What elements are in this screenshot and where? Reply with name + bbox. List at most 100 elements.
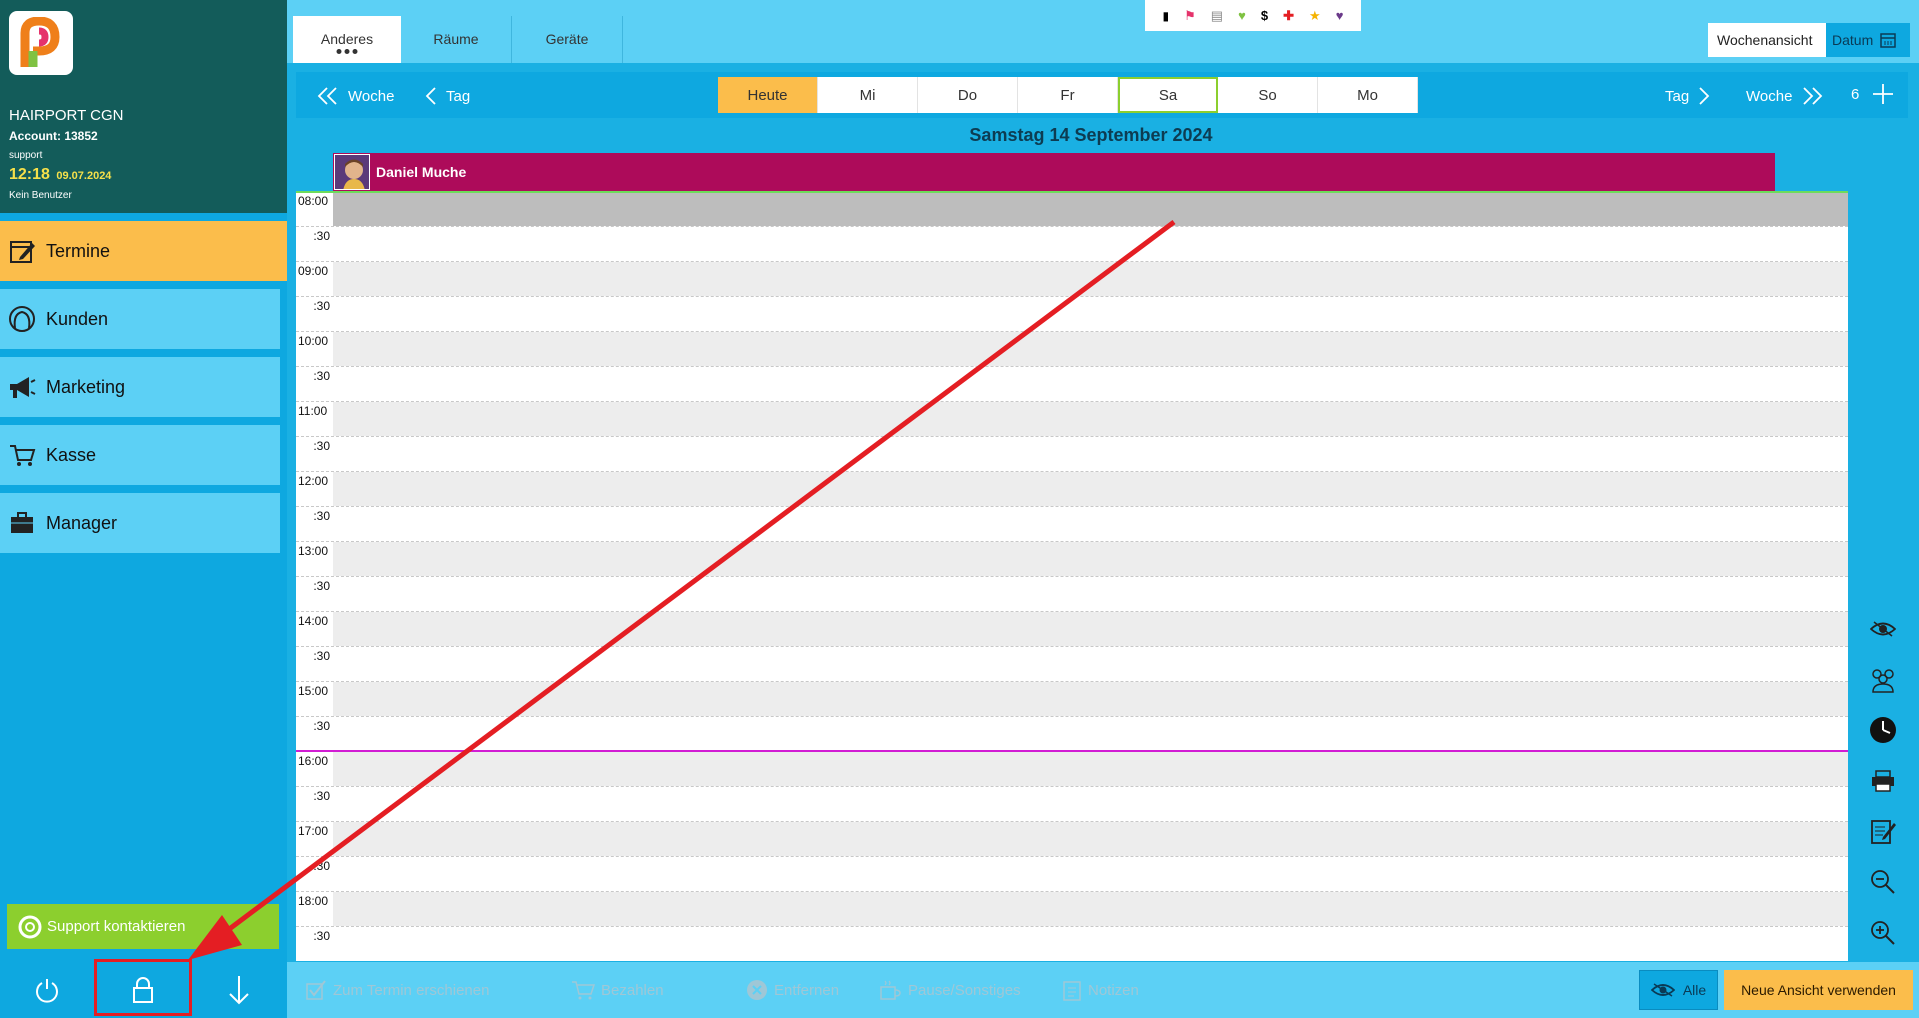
time-slot-row[interactable]: :30 xyxy=(296,436,1848,471)
sidebar-item-termine[interactable]: Termine xyxy=(0,221,287,281)
time-slot-row[interactable]: :30 xyxy=(296,296,1848,331)
double-chevron-right-icon xyxy=(1803,87,1823,105)
clock-button[interactable] xyxy=(1866,713,1900,747)
sidebar-item-kasse[interactable]: Kasse xyxy=(0,425,280,485)
time-slot-row[interactable]: :30 xyxy=(296,786,1848,821)
time-slot-cell[interactable] xyxy=(333,822,1848,856)
sidebar-item-manager[interactable]: Manager xyxy=(0,493,280,553)
scroll-down-button[interactable] xyxy=(219,970,259,1010)
time-slot-cell[interactable] xyxy=(333,507,1848,541)
time-slot-cell[interactable] xyxy=(333,472,1848,506)
time-slot-row[interactable]: 17:00 xyxy=(296,821,1848,856)
time-slot-row[interactable]: 15:00 xyxy=(296,681,1848,716)
support-contact-button[interactable]: Support kontaktieren xyxy=(7,904,279,949)
staff-column-header[interactable]: Daniel Muche xyxy=(333,153,1775,191)
notes-button[interactable] xyxy=(1866,814,1900,848)
zoom-out-button[interactable] xyxy=(1866,865,1900,899)
time-slot-cell[interactable] xyxy=(333,682,1848,716)
time-slot-row[interactable]: 12:00 xyxy=(296,471,1848,506)
print-button[interactable] xyxy=(1866,764,1900,798)
time-slot-row[interactable]: :30 xyxy=(296,646,1848,681)
clipboard-icon[interactable]: ▤ xyxy=(1211,8,1223,24)
time-slot-row[interactable]: :30 xyxy=(296,926,1848,961)
remove-x-icon xyxy=(747,980,767,1000)
time-slot-cell[interactable] xyxy=(333,227,1848,261)
new-view-button[interactable]: Neue Ansicht verwenden xyxy=(1724,970,1913,1010)
zoom-in-button[interactable] xyxy=(1866,916,1900,950)
phone-icon[interactable]: ▮ xyxy=(1163,9,1170,23)
calendar-time-grid[interactable]: 08:00:30 09:00:30 10:00:30 11:00:30 12:00:30… xyxy=(296,191,1848,961)
heart-icon[interactable]: ♥ xyxy=(1238,8,1246,23)
sidebar-item-marketing[interactable]: Marketing xyxy=(0,357,280,417)
visibility-button[interactable] xyxy=(1866,612,1900,646)
time-slot-row[interactable]: 16:00 xyxy=(296,751,1848,786)
day-button-so[interactable]: So xyxy=(1218,77,1318,113)
remove-button[interactable]: Entfernen xyxy=(746,979,839,1001)
time-slot-cell[interactable] xyxy=(333,402,1848,436)
time-slot-cell[interactable] xyxy=(333,752,1848,786)
time-slot-row[interactable]: :30 xyxy=(296,716,1848,751)
time-slot-row[interactable]: :30 xyxy=(296,856,1848,891)
time-slot-row[interactable]: :30 xyxy=(296,506,1848,541)
broken-heart-icon[interactable]: ♥ xyxy=(1336,8,1344,23)
time-slot-cell[interactable] xyxy=(333,577,1848,611)
time-slot-row[interactable]: 11:00 xyxy=(296,401,1848,436)
pay-button[interactable]: Bezahlen xyxy=(571,979,664,1001)
time-slot-cell[interactable] xyxy=(333,717,1848,751)
time-slot-row[interactable]: 13:00 xyxy=(296,541,1848,576)
day-button-mo[interactable]: Mo xyxy=(1318,77,1418,113)
cross-icon[interactable]: ✚ xyxy=(1283,8,1294,24)
sidebar-item-kunden[interactable]: Kunden xyxy=(0,289,280,349)
star-icon[interactable]: ★ xyxy=(1309,8,1321,24)
prev-week-button[interactable]: Woche xyxy=(316,86,394,106)
power-button[interactable] xyxy=(27,970,67,1010)
time-slot-cell[interactable] xyxy=(333,262,1848,296)
tab-geraete[interactable]: Geräte xyxy=(512,16,622,63)
time-slot-cell[interactable] xyxy=(333,647,1848,681)
time-slot-row[interactable]: 09:00 xyxy=(296,261,1848,296)
tab-anderes[interactable]: Anderes xyxy=(293,16,401,63)
time-slot-cell[interactable] xyxy=(333,542,1848,576)
week-view-button[interactable]: Wochenansicht xyxy=(1708,23,1826,57)
date-picker-button[interactable]: Datum xyxy=(1826,23,1910,57)
notes-button[interactable]: Notizen xyxy=(1062,979,1139,1001)
time-slot-row[interactable]: 08:00 xyxy=(296,191,1848,226)
day-button-fr[interactable]: Fr xyxy=(1018,77,1118,113)
megaphone-icon xyxy=(7,372,37,402)
time-slot-cell[interactable] xyxy=(333,787,1848,821)
time-slot-cell[interactable] xyxy=(333,612,1848,646)
time-label: :30 xyxy=(313,859,330,873)
show-all-button[interactable]: Alle xyxy=(1639,970,1718,1010)
tab-raeume[interactable]: Räume xyxy=(401,16,511,63)
day-button-sa[interactable]: Sa xyxy=(1118,77,1218,113)
time-slot-cell[interactable] xyxy=(333,927,1848,961)
eye-icon xyxy=(1870,621,1896,637)
day-button-today[interactable]: Heute xyxy=(718,77,818,113)
time-slot-row[interactable]: 10:00 xyxy=(296,331,1848,366)
time-slot-cell[interactable] xyxy=(333,437,1848,471)
day-button-do[interactable]: Do xyxy=(918,77,1018,113)
time-slot-cell[interactable] xyxy=(333,857,1848,891)
pause-button[interactable]: Pause/Sonstiges xyxy=(878,979,1021,1001)
time-slot-cell[interactable] xyxy=(333,192,1848,226)
eye-icon xyxy=(1650,983,1675,997)
pay-label: Bezahlen xyxy=(601,981,664,999)
day-button-mi[interactable]: Mi xyxy=(818,77,918,113)
time-slot-row[interactable]: 14:00 xyxy=(296,611,1848,646)
group-button[interactable] xyxy=(1866,663,1900,697)
dollar-icon[interactable]: $ xyxy=(1261,8,1268,23)
next-week-button[interactable]: Woche xyxy=(1746,86,1824,106)
time-slot-cell[interactable] xyxy=(333,332,1848,366)
time-slot-row[interactable]: :30 xyxy=(296,576,1848,611)
next-day-button[interactable]: Tag xyxy=(1665,86,1711,106)
prev-day-button[interactable]: Tag xyxy=(424,86,470,106)
flag-icon[interactable]: ⚑ xyxy=(1184,8,1196,24)
time-slot-row[interactable]: 18:00 xyxy=(296,891,1848,926)
time-slot-cell[interactable] xyxy=(333,297,1848,331)
time-slot-cell[interactable] xyxy=(333,892,1848,926)
time-slot-cell[interactable] xyxy=(333,367,1848,401)
appeared-button[interactable]: Zum Termin erschienen xyxy=(305,979,489,1001)
time-slot-row[interactable]: :30 xyxy=(296,226,1848,261)
time-slot-row[interactable]: :30 xyxy=(296,366,1848,401)
add-column-button[interactable] xyxy=(1871,82,1895,110)
